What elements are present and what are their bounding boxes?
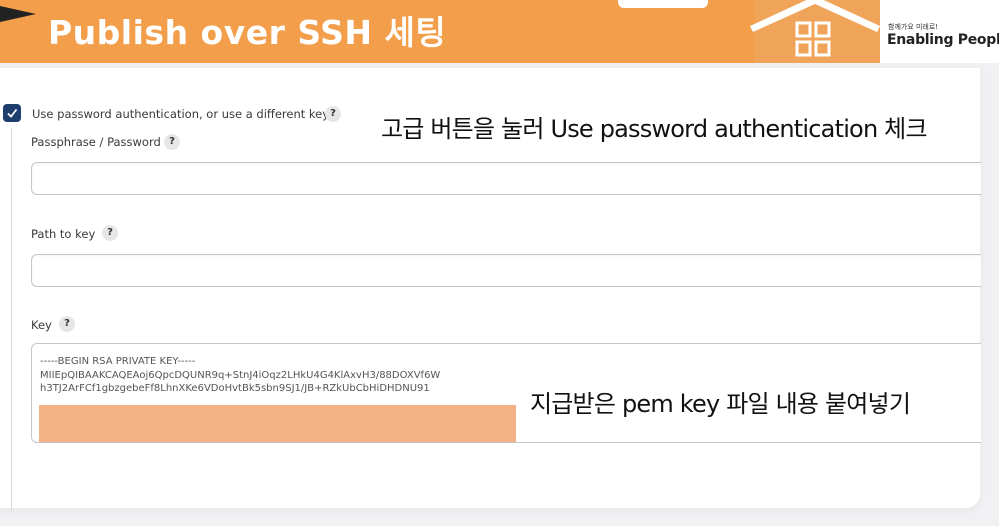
annotation-top: 고급 버튼을 눌러 Use password authentication 체크: [381, 115, 928, 143]
brand-tagline: 함께가요 미래로!: [888, 23, 939, 31]
banner-tab: [618, 0, 708, 8]
passphrase-label: Passphrase / Password: [31, 135, 161, 149]
corner-marker: [0, 6, 36, 22]
annotation-key: 지급받은 pem key 파일 내용 붙여넣기: [530, 390, 911, 418]
help-icon[interactable]: ?: [164, 134, 180, 150]
help-icon[interactable]: ?: [102, 225, 118, 241]
path-to-key-label: Path to key: [31, 227, 96, 241]
path-to-key-input[interactable]: [31, 254, 981, 287]
brand-name: Enabling People: [887, 32, 999, 48]
passphrase-input[interactable]: [31, 162, 981, 195]
house-icon: [750, 0, 880, 63]
key-label: Key: [31, 318, 52, 332]
use-password-auth-checkbox[interactable]: [3, 104, 21, 122]
section-divider: [11, 128, 12, 511]
key-content: -----BEGIN RSA PRIVATE KEY----- MIIEpQIB…: [40, 356, 441, 394]
help-icon[interactable]: ?: [325, 106, 341, 122]
title-banner: Publish over SSH 세팅 함께가요 미래로! Enabling P…: [0, 0, 999, 63]
redaction-block: [39, 405, 516, 442]
brand-logo: 함께가요 미래로! Enabling People: [880, 0, 999, 63]
use-password-auth-label[interactable]: Use password authentication, or use a di…: [32, 107, 329, 121]
help-icon[interactable]: ?: [59, 316, 75, 332]
check-icon: [7, 108, 18, 118]
slide-title: Publish over SSH 세팅: [48, 13, 447, 52]
